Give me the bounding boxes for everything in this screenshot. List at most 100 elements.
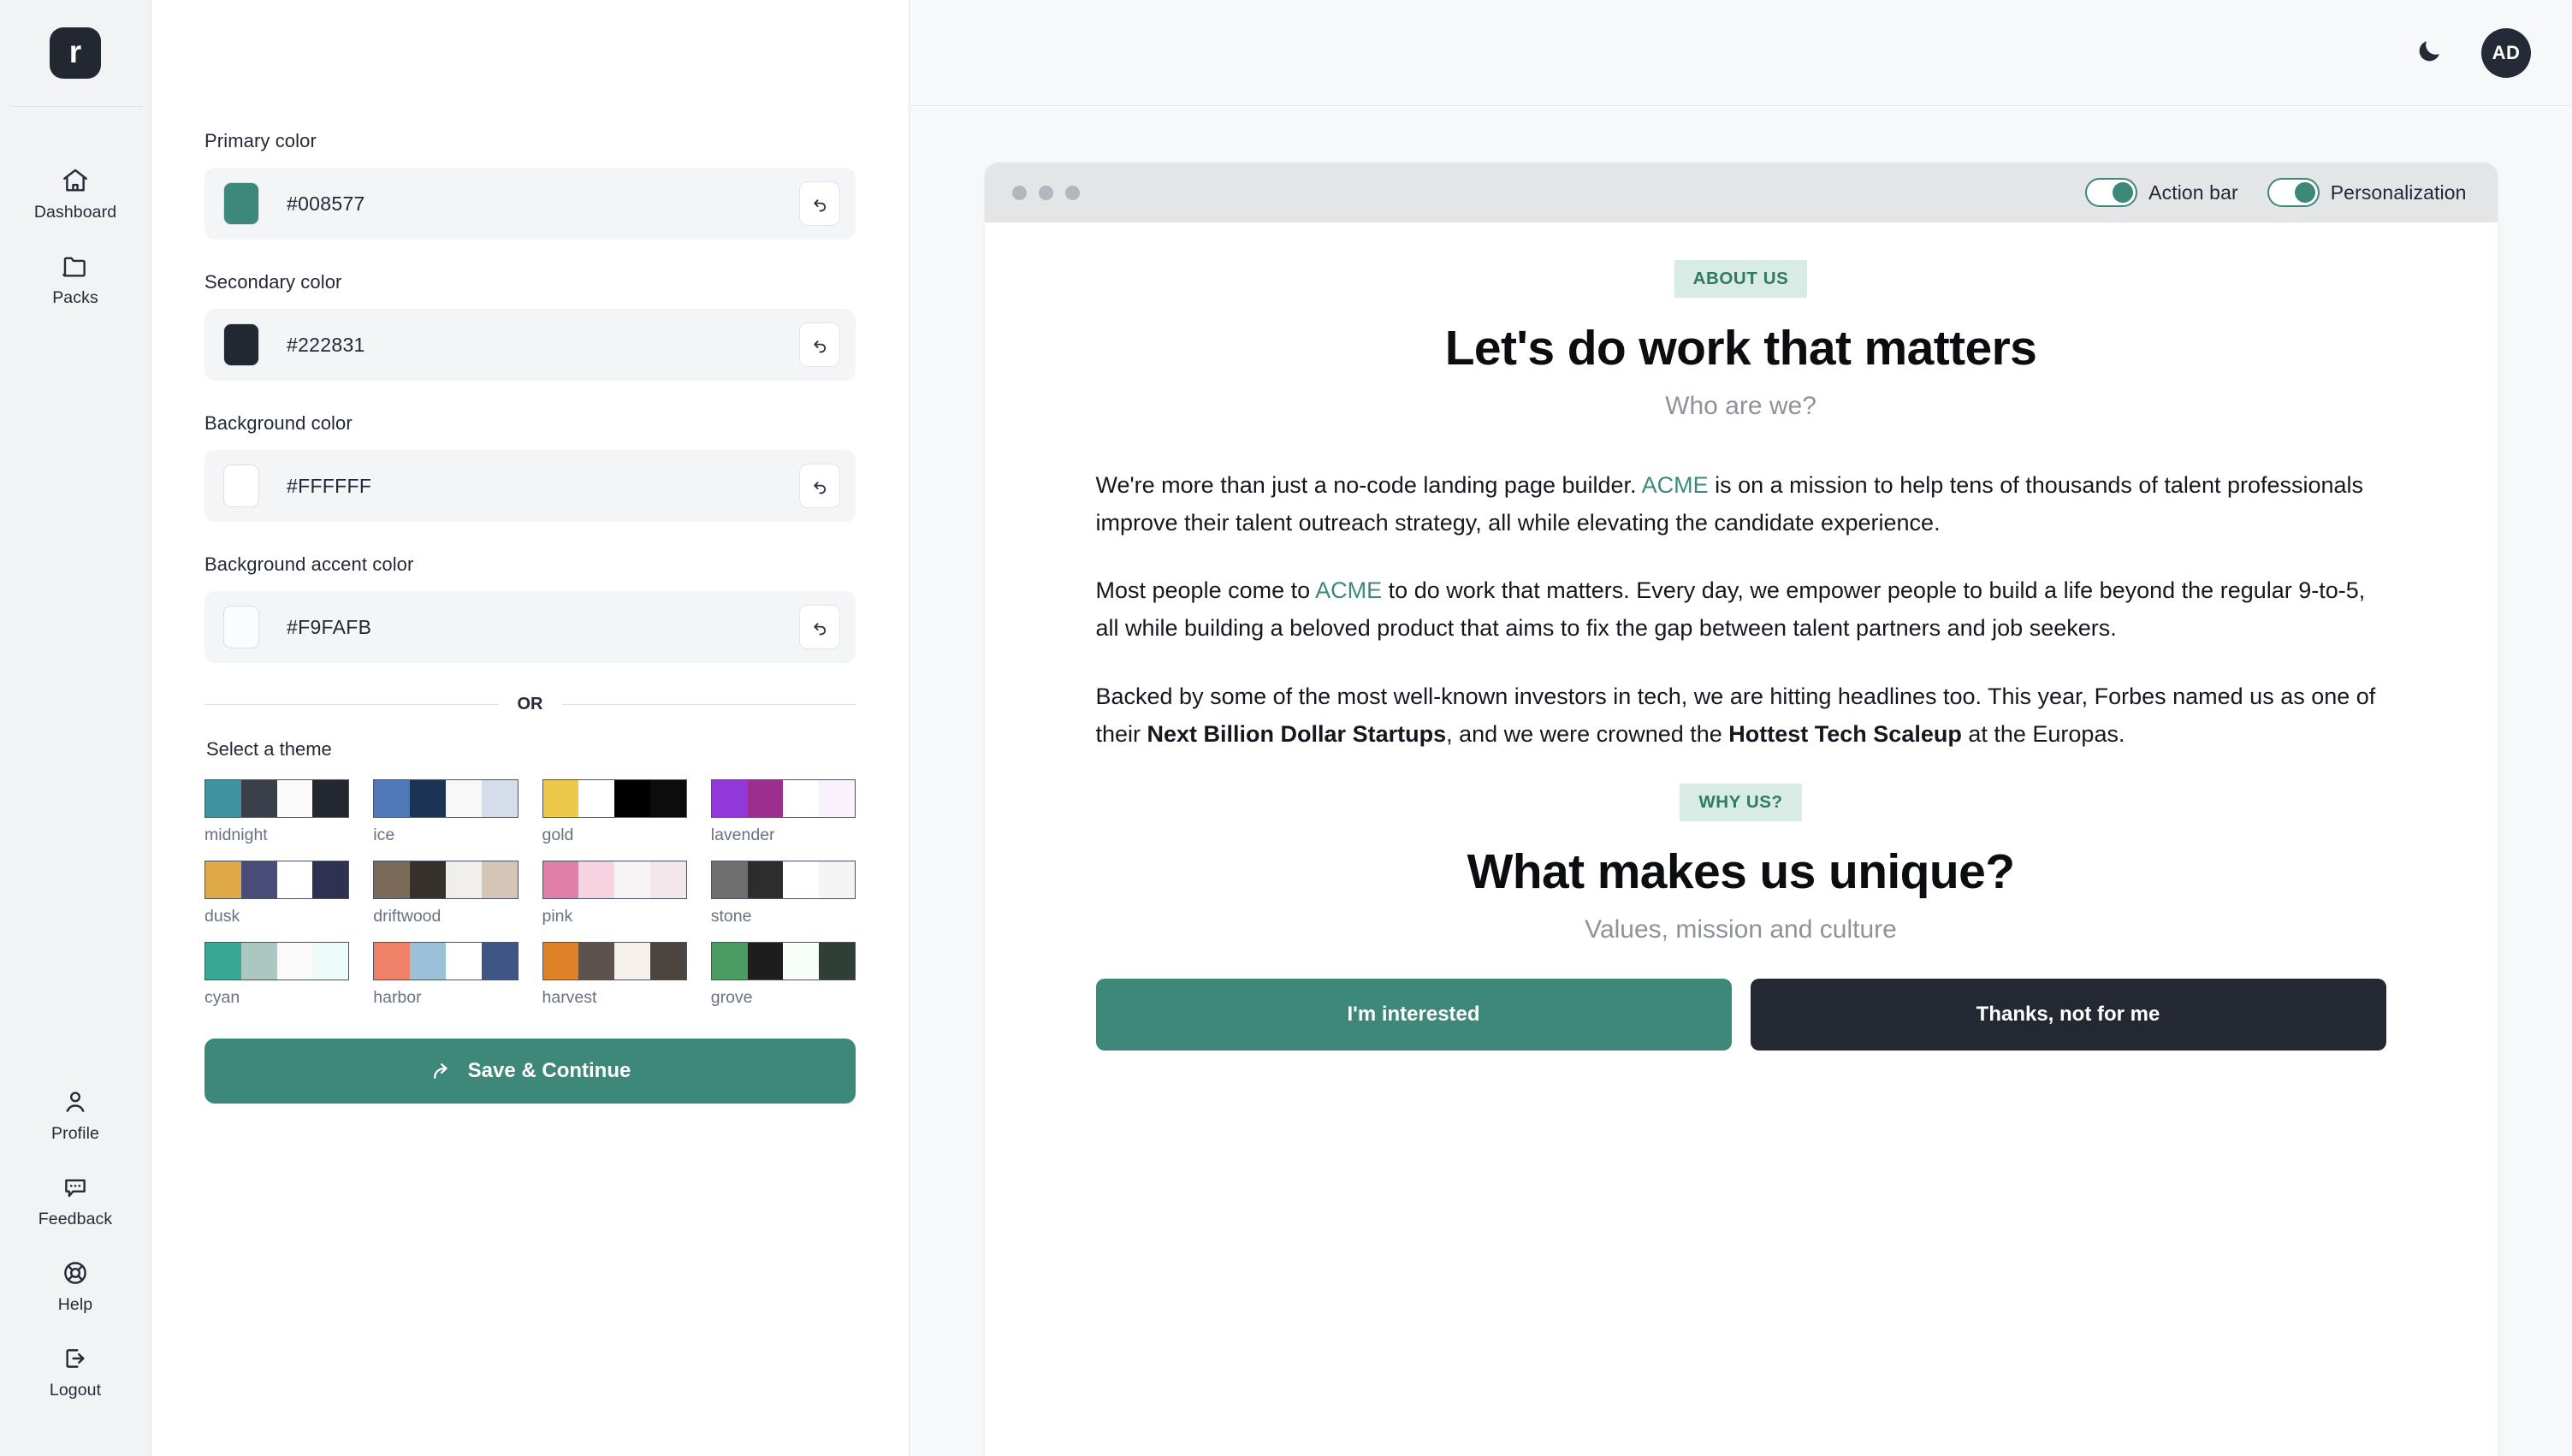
theme-swatch-color [614, 861, 650, 898]
color-input-row[interactable]: #FFFFFF [204, 450, 856, 522]
about-eyebrow-wrap: ABOUT US [985, 260, 2498, 298]
avatar[interactable]: AD [2481, 27, 2531, 78]
revert-background-color-button[interactable] [799, 464, 840, 508]
section-heading-about: Let's do work that matters [1444, 321, 2037, 376]
color-swatch-preview[interactable] [223, 323, 259, 366]
theme-swatch-color [445, 861, 482, 898]
color-input-row[interactable]: #222831 [204, 309, 856, 381]
field-label: Background accent color [204, 553, 414, 575]
body-paragraph: We're more than just a no-code landing p… [1096, 467, 2386, 542]
sidebar-item-dashboard[interactable]: Dashboard [0, 151, 151, 237]
or-divider: OR [204, 695, 856, 714]
theme-option-driftwood[interactable]: driftwood [373, 861, 519, 926]
sidebar-item-feedback[interactable]: Feedback [0, 1158, 151, 1244]
theme-swatch-color [205, 780, 241, 817]
theme-swatch-color [205, 943, 241, 980]
theme-grid: midnight ice gold lavender dusk driftwood pink… [204, 779, 856, 1008]
theme-swatch-color [649, 861, 686, 898]
home-icon [61, 166, 90, 195]
browser-chrome-bar: Action bar Personalization [984, 163, 2498, 222]
window-dots [1011, 185, 1080, 200]
theme-swatch-strip[interactable] [542, 942, 687, 980]
theme-swatch-strip[interactable] [373, 779, 519, 818]
revert-background-accent-color-button[interactable] [799, 605, 840, 649]
color-swatch-preview[interactable] [223, 606, 259, 648]
theme-swatch-strip[interactable] [710, 861, 856, 899]
brand-name-accent: ACME [1641, 472, 1709, 498]
theme-option-harbor[interactable]: harbor [373, 942, 519, 1008]
theme-option-grove[interactable]: grove [710, 942, 856, 1008]
theme-swatch-color [747, 861, 784, 898]
theme-swatch-color [819, 780, 855, 817]
theme-option-harvest[interactable]: harvest [542, 942, 687, 1008]
theme-swatch-strip[interactable] [204, 861, 350, 899]
sidebar-item-help[interactable]: Help [0, 1244, 151, 1329]
theme-swatch-color [747, 943, 784, 980]
sidebar-item-label: Profile [51, 1124, 99, 1143]
toggle-action-bar[interactable]: Action bar [2085, 178, 2238, 207]
toggle-personalization[interactable]: Personalization [2267, 178, 2467, 207]
text-run: Most people come to [1095, 577, 1316, 604]
sidebar-top-nav: Dashboard Packs [0, 151, 151, 323]
theme-swatch-strip[interactable] [373, 942, 519, 980]
interested-button[interactable]: I'm interested [1095, 979, 1732, 1051]
toggle-label: Action bar [2148, 181, 2238, 204]
theme-swatch-strip[interactable] [710, 942, 856, 980]
toggle-label: Personalization [2330, 181, 2467, 204]
revert-secondary-color-button[interactable] [799, 323, 840, 367]
theme-option-cyan[interactable]: cyan [204, 942, 350, 1008]
toggle-switch[interactable] [2267, 178, 2320, 207]
theme-name-label: pink [542, 907, 573, 926]
theme-swatch-color [614, 780, 650, 817]
color-input-row[interactable]: #F9FAFB [204, 591, 856, 663]
theme-option-ice[interactable]: ice [373, 779, 519, 845]
color-input-row[interactable]: #008577 [204, 168, 856, 240]
divider-line-right [561, 704, 856, 705]
main-area: AD Action bar Personalization ABOUT US L… [910, 0, 2572, 1456]
theme-swatch-strip[interactable] [204, 942, 350, 980]
theme-swatch-strip[interactable] [373, 861, 519, 899]
theme-option-lavender[interactable]: lavender [710, 779, 856, 845]
theme-option-pink[interactable]: pink [542, 861, 687, 926]
sidebar-item-logout[interactable]: Logout [0, 1329, 151, 1415]
theme-swatch-color [819, 943, 855, 980]
theme-swatch-strip[interactable] [542, 861, 687, 899]
not-interested-button[interactable]: Thanks, not for me [1750, 979, 2386, 1051]
color-hex-value[interactable]: #FFFFFF [287, 475, 799, 498]
theme-option-gold[interactable]: gold [542, 779, 687, 845]
color-hex-value[interactable]: #222831 [287, 334, 799, 357]
about-body-copy: We're more than just a no-code landing p… [985, 467, 2498, 753]
color-swatch-preview[interactable] [223, 465, 259, 507]
color-hex-value[interactable]: #F9FAFB [287, 616, 799, 639]
theme-swatch-color [783, 861, 820, 898]
brand-name-accent: ACME [1315, 577, 1383, 604]
theme-option-dusk[interactable]: dusk [204, 861, 350, 926]
logo-container[interactable]: r [0, 0, 151, 106]
theme-swatch-strip[interactable] [542, 779, 687, 818]
sidebar-item-label: Feedback [38, 1210, 113, 1228]
section-heading-why: What makes us unique? [1467, 844, 2015, 900]
sidebar-item-packs[interactable]: Packs [0, 237, 151, 323]
save-and-continue-button[interactable]: Save & Continue [204, 1039, 856, 1104]
theme-swatch-color [481, 861, 518, 898]
theme-swatch-color [578, 861, 615, 898]
theme-swatch-strip[interactable] [710, 779, 856, 818]
theme-swatch-color [374, 780, 411, 817]
theme-name-label: ice [373, 826, 395, 844]
theme-swatch-color [649, 943, 686, 980]
theme-name-label: midnight [204, 826, 268, 844]
sidebar-divider [9, 106, 142, 107]
section-eyebrow-about: ABOUT US [1674, 260, 1808, 298]
color-swatch-preview[interactable] [223, 182, 259, 225]
dark-mode-toggle-button[interactable] [2415, 37, 2444, 69]
revert-primary-color-button[interactable] [799, 181, 840, 226]
theme-swatch-color [481, 943, 518, 980]
theme-option-stone[interactable]: stone [710, 861, 856, 926]
theme-option-midnight[interactable]: midnight [204, 779, 350, 845]
sidebar-item-profile[interactable]: Profile [0, 1073, 151, 1158]
toggle-switch[interactable] [2085, 178, 2138, 207]
theme-swatch-color [614, 943, 650, 980]
theme-swatch-strip[interactable] [204, 779, 350, 818]
app-logo[interactable]: r [50, 27, 101, 79]
color-hex-value[interactable]: #008577 [287, 192, 799, 216]
